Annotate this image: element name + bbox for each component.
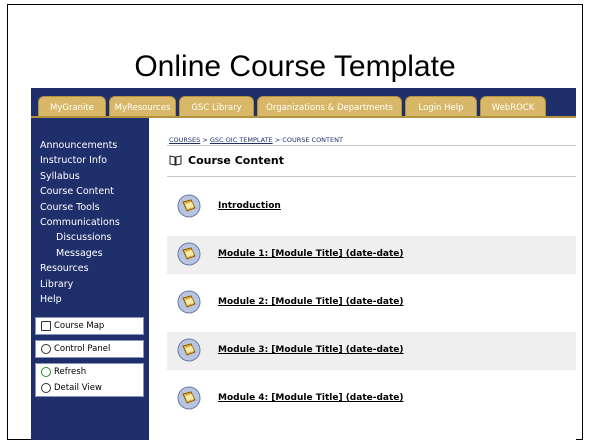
content-item-introduction: Introduction bbox=[167, 188, 576, 226]
map-icon bbox=[41, 321, 51, 331]
content-item-module-3: Module 3: [Module Title] (date-date) bbox=[167, 332, 576, 370]
content-item-module-2: Module 2: [Module Title] (date-date) bbox=[167, 284, 576, 322]
refresh-icon bbox=[41, 367, 51, 377]
sidebar-item-messages[interactable]: Messages bbox=[40, 246, 120, 261]
control-panel-button[interactable]: Control Panel bbox=[35, 340, 144, 358]
sidebar-item-announcements[interactable]: Announcements bbox=[40, 138, 120, 153]
breadcrumb-template[interactable]: GSC OIC TEMPLATE bbox=[210, 136, 273, 144]
sidebar-item-resources[interactable]: Resources bbox=[40, 261, 120, 276]
sidebar-item-course-content[interactable]: Course Content bbox=[40, 184, 120, 199]
content-item-module-4: Module 4: [Module Title] (date-date) bbox=[167, 380, 576, 418]
detail-view-label: Detail View bbox=[54, 383, 102, 393]
breadcrumb-separator: > bbox=[200, 136, 210, 144]
gear-icon bbox=[41, 344, 51, 354]
content-link[interactable]: Module 2: [Module Title] (date-date) bbox=[218, 297, 404, 307]
breadcrumb-separator: > bbox=[272, 136, 283, 144]
folder-icon[interactable] bbox=[177, 338, 201, 362]
content-item-module-1: Module 1: [Module Title] (date-date) bbox=[167, 236, 576, 274]
refresh-button[interactable]: Refresh bbox=[36, 364, 143, 380]
folder-icon[interactable] bbox=[177, 290, 201, 314]
view-options-box: Refresh Detail View bbox=[35, 363, 144, 397]
folder-icon[interactable] bbox=[177, 194, 201, 218]
course-menu: Announcements Instructor Info Syllabus C… bbox=[40, 138, 120, 307]
slide-title: Online Course Template bbox=[134, 50, 456, 83]
breadcrumb: COURSES > GSC OIC TEMPLATE > COURSE CONT… bbox=[169, 136, 343, 144]
content-link[interactable]: Module 3: [Module Title] (date-date) bbox=[218, 345, 404, 355]
detail-view-icon bbox=[41, 383, 51, 393]
screenshot-panel: MyGranite MyResources GSC Library Organi… bbox=[31, 88, 576, 440]
top-tab-bar: MyGranite MyResources GSC Library Organi… bbox=[31, 88, 576, 118]
content-link[interactable]: Module 1: [Module Title] (date-date) bbox=[218, 249, 404, 259]
title-divider bbox=[167, 176, 576, 177]
tab-login-help[interactable]: Login Help bbox=[405, 96, 477, 118]
book-icon bbox=[169, 155, 182, 166]
tab-gsc-library[interactable]: GSC Library bbox=[179, 96, 254, 118]
content-area: COURSES > GSC OIC TEMPLATE > COURSE CONT… bbox=[149, 118, 576, 440]
content-link[interactable]: Module 4: [Module Title] (date-date) bbox=[218, 393, 404, 403]
breadcrumb-divider bbox=[167, 145, 576, 146]
sidebar-item-communications[interactable]: Communications bbox=[40, 215, 120, 230]
tab-organizations-departments[interactable]: Organizations & Departments bbox=[257, 96, 402, 118]
sidebar-item-course-tools[interactable]: Course Tools bbox=[40, 200, 120, 215]
content-link[interactable]: Introduction bbox=[218, 201, 281, 211]
sidebar-item-instructor-info[interactable]: Instructor Info bbox=[40, 153, 120, 168]
sidebar-item-library[interactable]: Library bbox=[40, 277, 120, 292]
page-title: Course Content bbox=[188, 154, 284, 167]
sidebar-item-discussions[interactable]: Discussions bbox=[40, 230, 120, 245]
breadcrumb-current: COURSE CONTENT bbox=[282, 136, 343, 144]
tab-mygranite[interactable]: MyGranite bbox=[38, 96, 106, 118]
sidebar-item-help[interactable]: Help bbox=[40, 292, 120, 307]
breadcrumb-courses[interactable]: COURSES bbox=[169, 136, 200, 144]
folder-icon[interactable] bbox=[177, 242, 201, 266]
course-map-label: Course Map bbox=[54, 321, 105, 331]
folder-icon[interactable] bbox=[177, 386, 201, 410]
tab-myresources[interactable]: MyResources bbox=[109, 96, 176, 118]
tab-webrock[interactable]: WebROCK bbox=[480, 96, 546, 118]
course-sidebar: Announcements Instructor Info Syllabus C… bbox=[31, 118, 149, 440]
detail-view-button[interactable]: Detail View bbox=[36, 380, 143, 396]
sidebar-item-syllabus[interactable]: Syllabus bbox=[40, 169, 120, 184]
refresh-label: Refresh bbox=[54, 367, 87, 377]
course-map-button[interactable]: Course Map bbox=[35, 317, 144, 335]
control-panel-label: Control Panel bbox=[54, 344, 111, 354]
